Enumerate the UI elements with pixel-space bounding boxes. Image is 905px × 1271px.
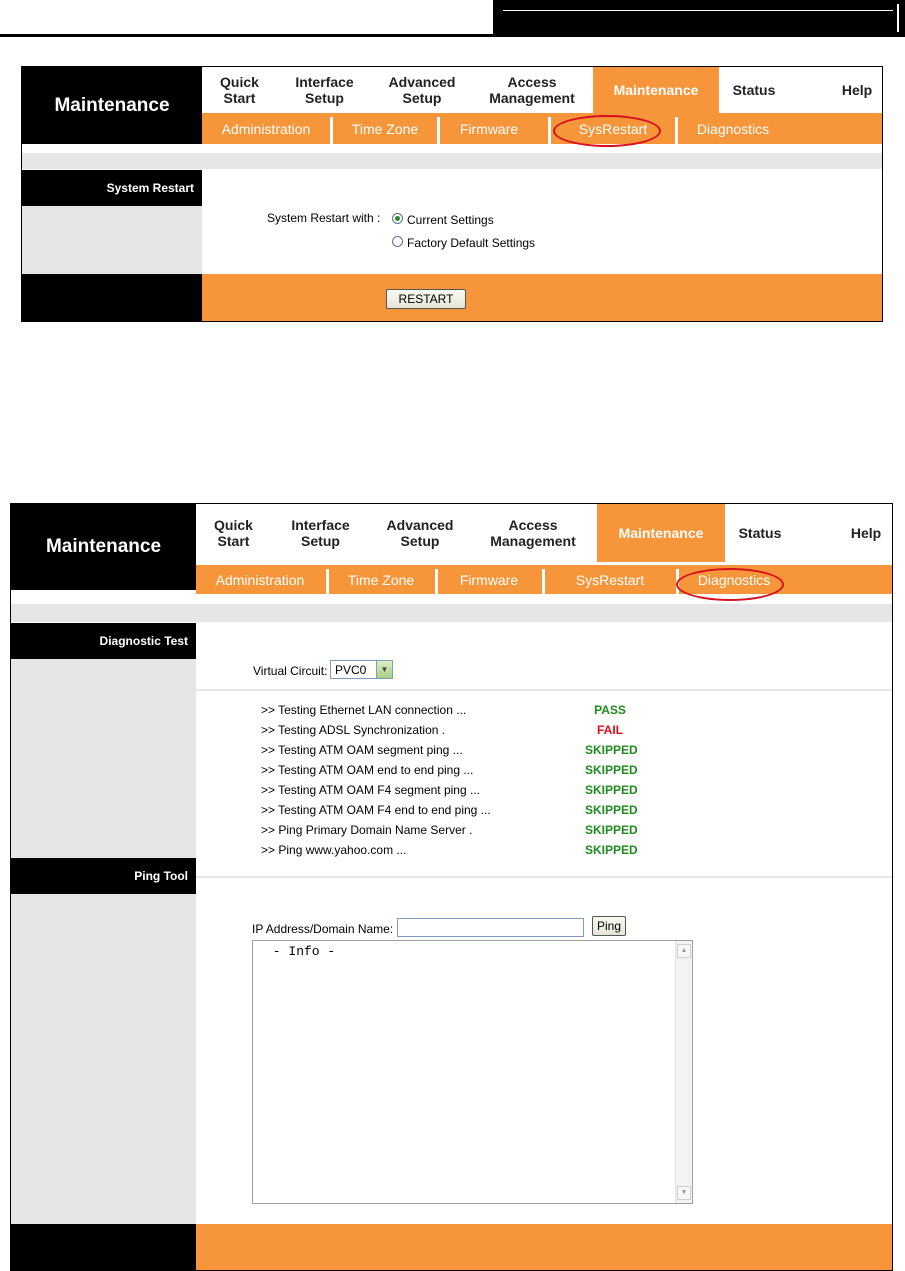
sub-nav-bar: Administration Time Zone Firmware SysRes… [202, 113, 882, 144]
sub-nav-bar: Administration Time Zone Firmware SysRes… [196, 565, 892, 594]
subnav-administration[interactable]: Administration [202, 113, 330, 144]
footer-left [11, 1224, 196, 1270]
scroll-down-icon[interactable]: ▼ [677, 1186, 691, 1200]
ping-info-textarea[interactable]: - Info - ▲ ▼ [252, 940, 693, 1204]
diag-test-result: SKIPPED [585, 803, 638, 817]
diag-test-result: SKIPPED [585, 783, 638, 797]
diag-test-result: SKIPPED [585, 823, 638, 837]
ping-button[interactable]: Ping [592, 916, 626, 936]
diag-test-result: PASS [594, 703, 626, 717]
textarea-scrollbar[interactable]: ▲ ▼ [675, 941, 692, 1203]
subnav-time-zone[interactable]: Time Zone [329, 565, 433, 594]
nav-maintenance[interactable]: Maintenance [597, 504, 725, 562]
nav-interface-setup[interactable]: Interface Setup [273, 504, 368, 562]
section-title-2: Maintenance [11, 504, 196, 590]
divider [196, 876, 892, 878]
diag-test-label: >> Testing Ethernet LAN connection ... [261, 703, 467, 717]
ping-info-text: - Info - [265, 944, 336, 959]
nav-quick-start[interactable]: Quick Start [196, 504, 271, 562]
restart-button[interactable]: RESTART [386, 289, 466, 309]
ip-domain-label: IP Address/Domain Name: [252, 922, 394, 936]
subnav-firmware[interactable]: Firmware [440, 113, 538, 144]
nav-quick-start[interactable]: Quick Start [202, 67, 277, 112]
diag-test-result: SKIPPED [585, 763, 638, 777]
section-title: Maintenance [22, 67, 202, 144]
subnav-firmware[interactable]: Firmware [438, 565, 540, 594]
footer-bar [196, 1224, 892, 1270]
footer-left [22, 274, 202, 321]
header-spacer-band [22, 153, 882, 169]
header-spacer-band [11, 604, 892, 622]
virtual-circuit-label: Virtual Circuit: [253, 664, 328, 678]
chevron-down-icon: ▼ [376, 661, 392, 678]
nav-help[interactable]: Help [822, 67, 882, 112]
side-title-ping-tool: Ping Tool [11, 858, 196, 894]
virtual-circuit-select[interactable]: PVC0 ▼ [330, 660, 393, 679]
side-title-diagnostic-test: Diagnostic Test [11, 623, 196, 659]
diag-test-result: SKIPPED [585, 743, 638, 757]
nav-maintenance[interactable]: Maintenance [593, 67, 719, 113]
diag-test-result: FAIL [597, 723, 623, 737]
footer-bar [202, 274, 882, 321]
nav-interface-setup[interactable]: Interface Setup [277, 67, 372, 112]
restart-with-label: System Restart with : [267, 211, 381, 225]
nav-status[interactable]: Status [719, 67, 789, 112]
diag-test-label: >> Ping Primary Domain Name Server . [261, 823, 473, 837]
diagnostics-screenshot: Maintenance Quick Start Interface Setup Ad… [10, 503, 893, 1271]
subnav-sysrestart[interactable]: SysRestart [545, 565, 675, 594]
side-column [11, 894, 196, 1224]
side-title-system-restart: System Restart [22, 170, 202, 206]
divider [196, 689, 892, 691]
option-factory-default: Factory Default Settings [407, 236, 536, 250]
diagnostics-highlight [676, 568, 784, 601]
subnav-diagnostics[interactable]: Diagnostics [678, 113, 788, 144]
diag-test-result: SKIPPED [585, 843, 638, 857]
nav-advanced-setup[interactable]: Advanced Setup [372, 67, 472, 112]
subnav-time-zone[interactable]: Time Zone [333, 113, 437, 144]
radio-current-settings[interactable] [392, 213, 403, 224]
sysrestart-highlight [553, 115, 661, 147]
radio-factory-default[interactable] [392, 236, 403, 247]
diag-test-label: >> Ping www.yahoo.com ... [261, 843, 407, 857]
nav-help[interactable]: Help [831, 504, 892, 562]
diag-test-label: >> Testing ATM OAM end to end ping ... [261, 763, 474, 777]
document-header-block [493, 0, 905, 37]
diag-test-label: >> Testing ATM OAM F4 end to end ping ..… [261, 803, 491, 817]
nav-access-management[interactable]: Access Management [472, 67, 592, 112]
side-column [11, 659, 196, 858]
side-column [22, 206, 202, 274]
scroll-up-icon[interactable]: ▲ [677, 944, 691, 958]
diag-test-label: >> Testing ATM OAM segment ping ... [261, 743, 463, 757]
diag-test-label: >> Testing ATM OAM F4 segment ping ... [261, 783, 480, 797]
nav-advanced-setup[interactable]: Advanced Setup [370, 504, 470, 562]
nav-access-management[interactable]: Access Management [473, 504, 593, 562]
ip-domain-input[interactable] [397, 918, 584, 937]
option-current-settings: Current Settings [407, 213, 494, 227]
nav-status[interactable]: Status [725, 504, 795, 562]
sysrestart-screenshot: Maintenance Quick Start Interface Setup Ad… [21, 66, 883, 322]
diag-test-label: >> Testing ADSL Synchronization . [261, 723, 446, 737]
subnav-administration[interactable]: Administration [196, 565, 324, 594]
